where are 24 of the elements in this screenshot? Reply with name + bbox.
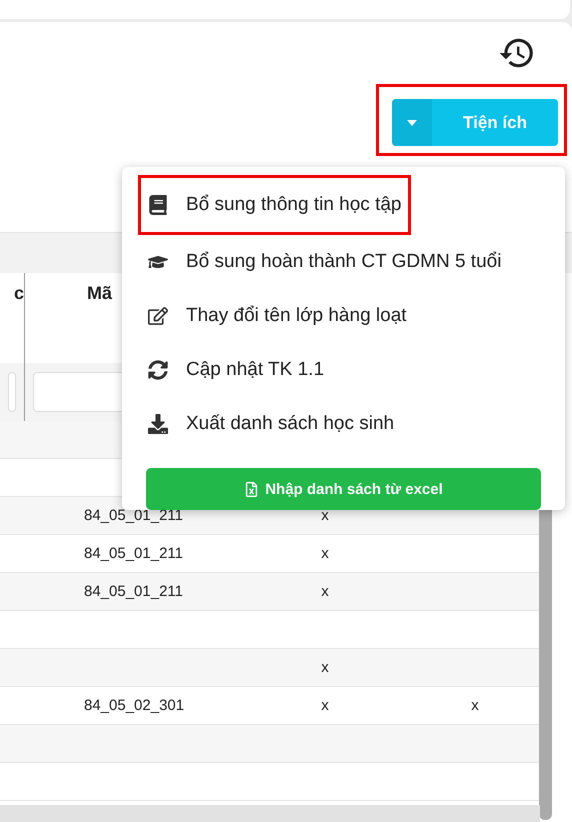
edit-icon bbox=[146, 306, 170, 326]
menu-item[interactable]: Xuất danh sách học sinh bbox=[146, 397, 541, 451]
table-cell: x bbox=[471, 697, 479, 714]
table-cell: x bbox=[321, 583, 329, 600]
column-header: c bbox=[14, 283, 24, 305]
excel-file-icon bbox=[244, 482, 260, 496]
table-cell: x bbox=[321, 659, 329, 676]
caret-icon bbox=[392, 99, 432, 146]
table-cell: x bbox=[321, 507, 329, 524]
menu-item[interactable]: Bổ sung hoàn thành CT GDMN 5 tuổi bbox=[146, 235, 541, 289]
table-cell-text: 84_05_02_301 bbox=[83, 697, 184, 714]
column-header: Mã bbox=[86, 283, 112, 305]
filter-field[interactable] bbox=[8, 372, 16, 412]
table-cell: x bbox=[321, 697, 329, 714]
menu-item[interactable]: Cập nhật TK 1.1 bbox=[146, 343, 541, 397]
sync-icon bbox=[146, 360, 170, 380]
table-cell-text: 84_05_01_211 bbox=[83, 583, 183, 600]
menu-item[interactable]: Thay đổi tên lớp hàng loạt bbox=[146, 289, 541, 343]
download-icon bbox=[146, 414, 170, 434]
book-icon bbox=[146, 195, 170, 215]
table-cell-text: 84_05_01_211 bbox=[83, 545, 183, 562]
menu-item[interactable]: Bổ sung thông tin học tập bbox=[146, 178, 402, 232]
table-cell: x bbox=[321, 545, 329, 562]
table-cell-text: 84_05_01_211 bbox=[83, 507, 183, 524]
